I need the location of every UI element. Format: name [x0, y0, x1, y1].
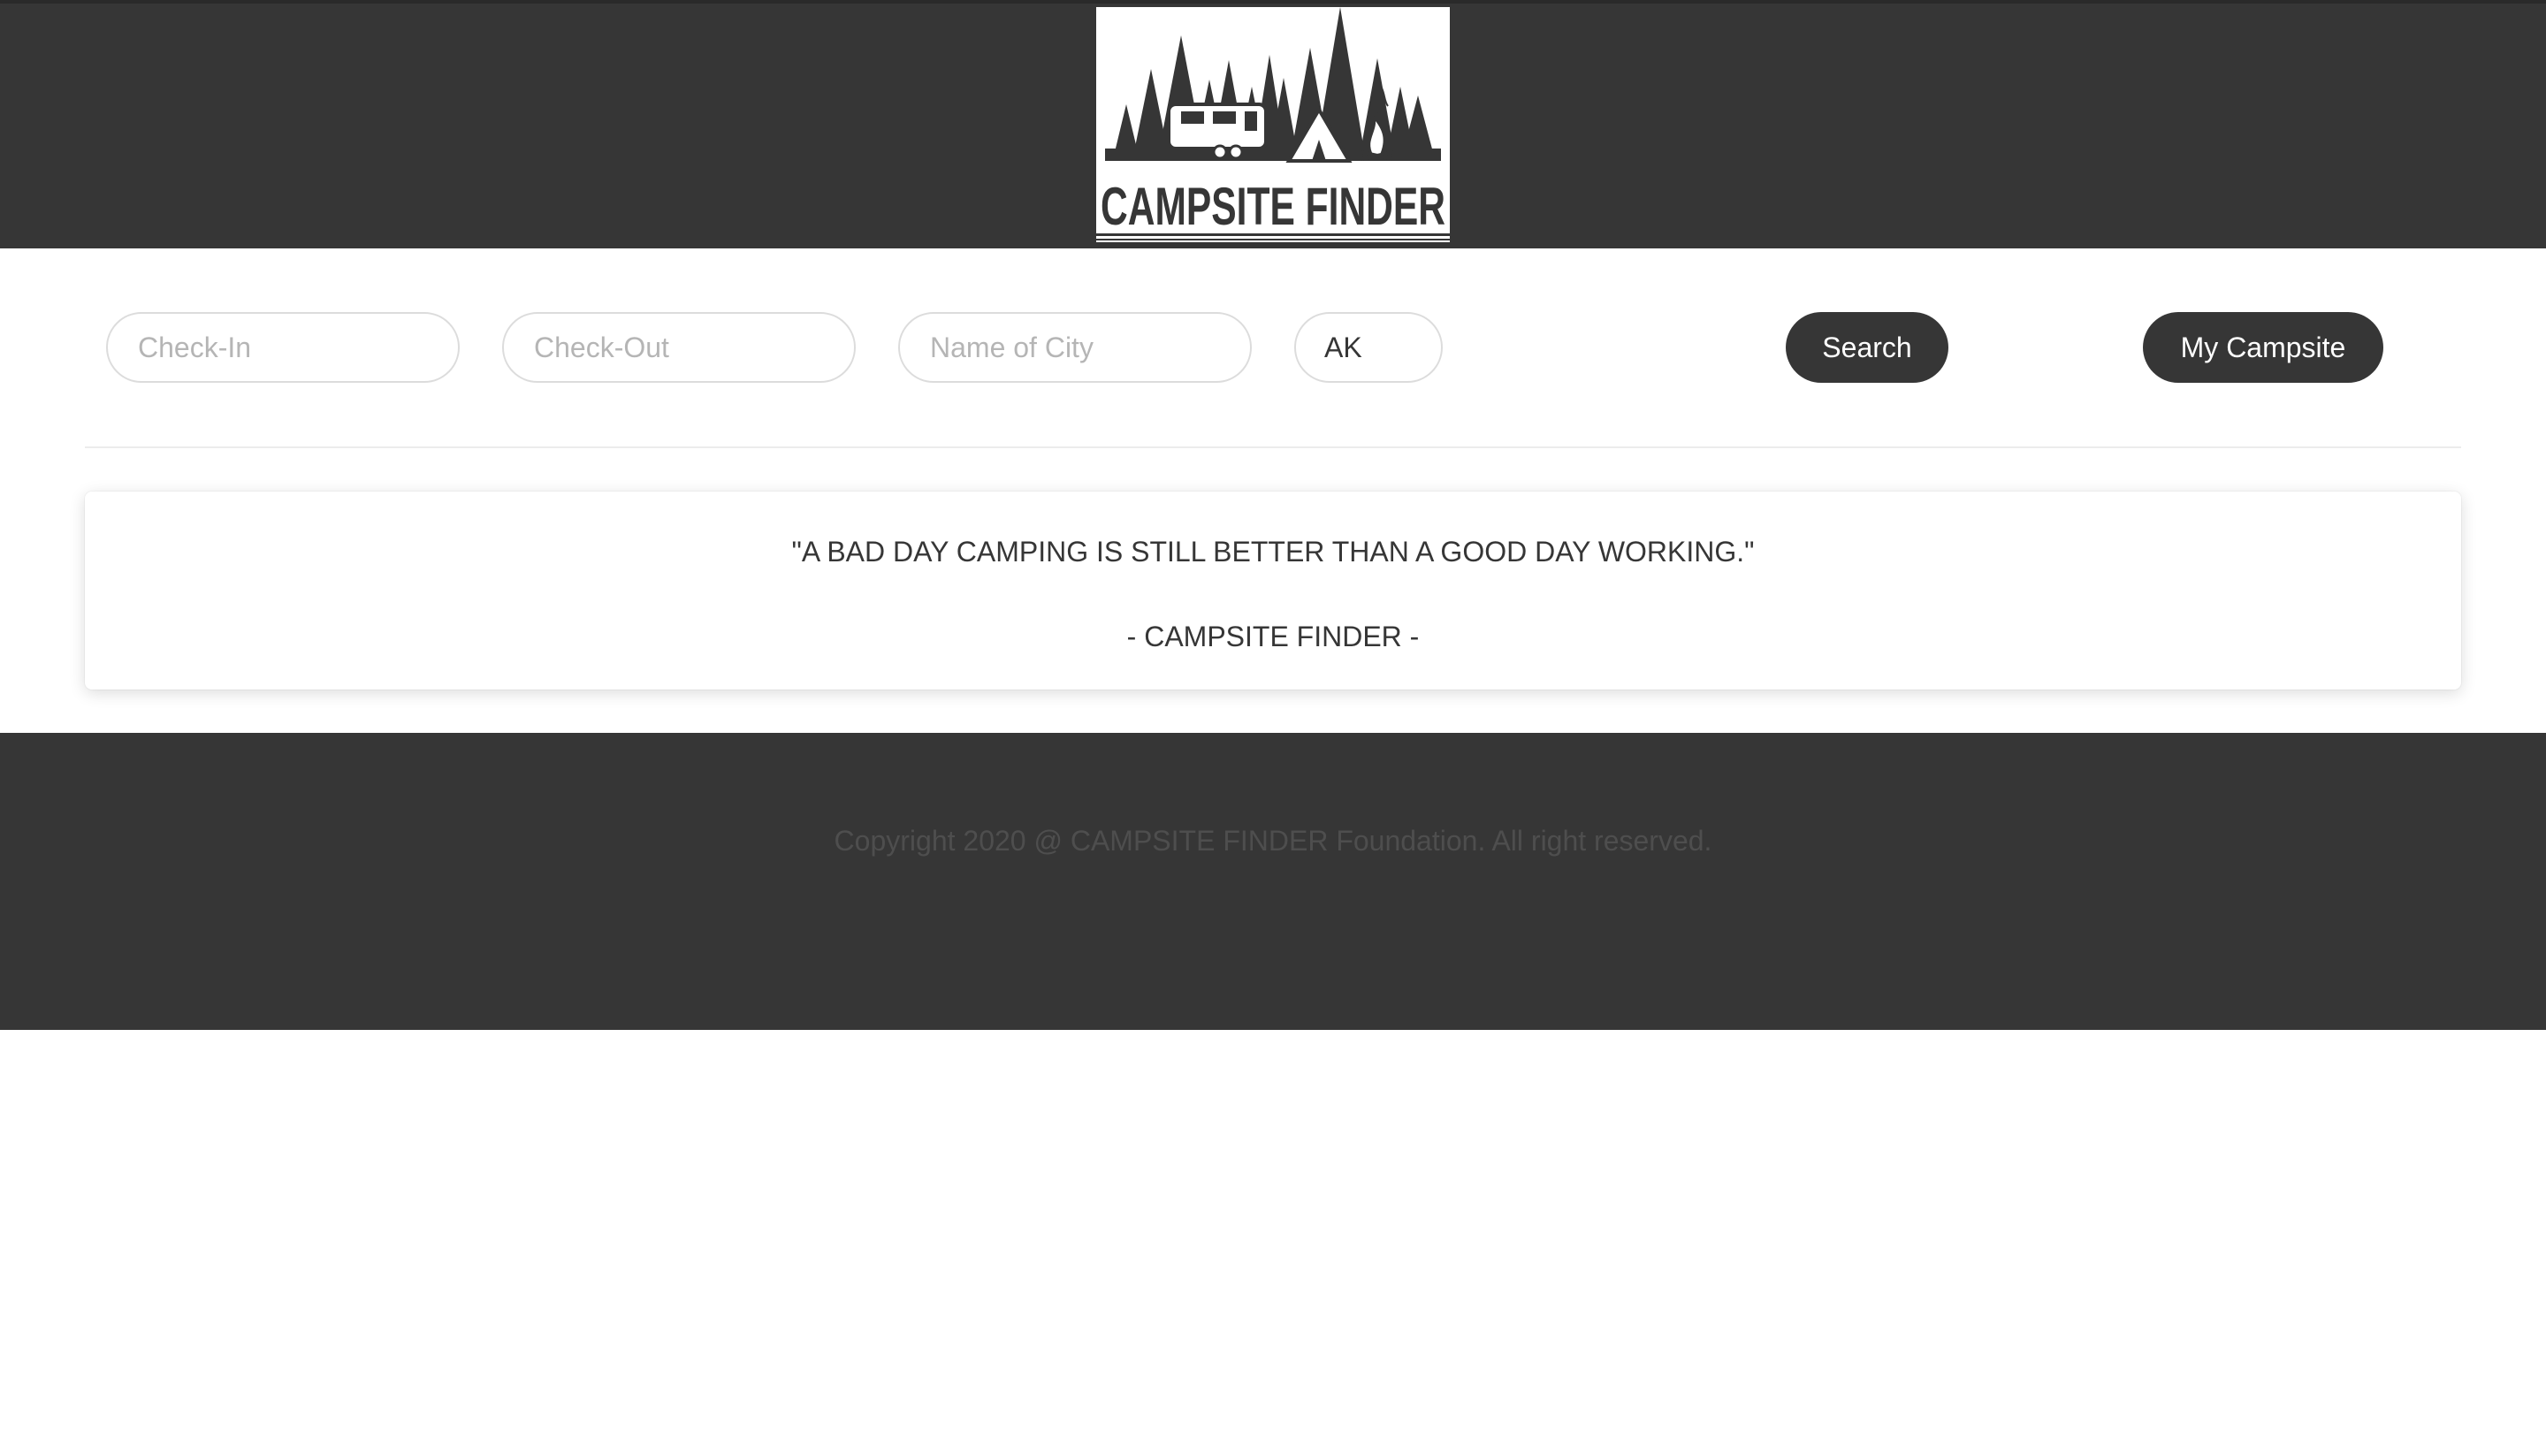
site-header: CAMPSITE FINDER	[0, 0, 2546, 248]
state-input[interactable]	[1294, 312, 1443, 383]
divider	[85, 446, 2461, 448]
check-in-input[interactable]	[106, 312, 460, 383]
site-footer: Copyright 2020 @ CAMPSITE FINDER Foundat…	[0, 733, 2546, 1030]
logo-text: CAMPSITE FINDER	[1101, 177, 1445, 236]
copyright-text: Copyright 2020 @ CAMPSITE FINDER Foundat…	[834, 825, 1712, 857]
city-input[interactable]	[898, 312, 1252, 383]
quote-text: "A BAD DAY CAMPING IS STILL BETTER THAN …	[791, 536, 1755, 568]
logo-graphic: CAMPSITE FINDER	[1096, 7, 1450, 242]
my-campsite-button[interactable]: My Campsite	[2143, 312, 2383, 383]
search-button[interactable]: Search	[1786, 312, 1948, 383]
check-out-input[interactable]	[502, 312, 856, 383]
quote-signature: - CAMPSITE FINDER -	[1126, 621, 1420, 652]
search-bar: Search My Campsite	[0, 248, 2546, 446]
campsite-finder-logo[interactable]: CAMPSITE FINDER	[1096, 7, 1450, 242]
quote-card: "A BAD DAY CAMPING IS STILL BETTER THAN …	[85, 492, 2461, 690]
